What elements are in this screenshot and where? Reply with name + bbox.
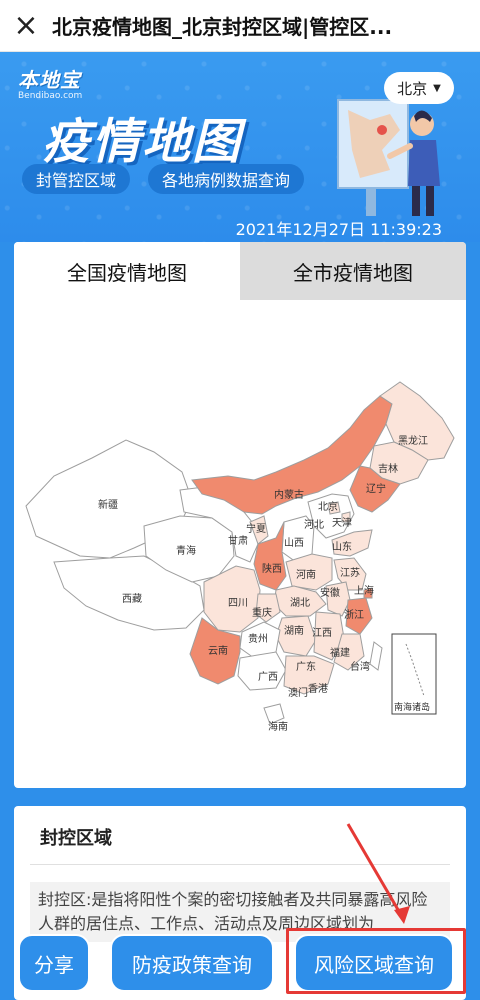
logo: 本地宝 Bendibao.com xyxy=(18,64,82,101)
map-label: 黑龙江 xyxy=(398,434,428,447)
map-label: 上海 xyxy=(354,584,374,597)
banner-title: 疫情地图 xyxy=(42,114,243,170)
map-label: 广西 xyxy=(258,671,278,683)
map-label: 台湾 xyxy=(350,660,370,673)
map-label: 吉林 xyxy=(378,462,398,475)
city-selector[interactable]: 北京 ▼ xyxy=(384,72,454,104)
map-label: 宁夏 xyxy=(246,522,266,535)
logo-text: 本地宝 xyxy=(18,68,81,92)
map-label: 海南 xyxy=(268,720,288,733)
map-label: 香港 xyxy=(308,683,328,695)
map-label: 云南 xyxy=(208,644,228,657)
banner: 本地宝 Bendibao.com 疫情地图 封管控区域 各地病例数据查询 北京 … xyxy=(0,52,480,242)
map-label: 澳门 xyxy=(288,686,308,699)
map-label: 北京 xyxy=(318,500,338,513)
logo-sub-text: Bendibao.com xyxy=(18,91,83,101)
map-label: 福建 xyxy=(330,646,350,659)
city-selector-label: 北京 xyxy=(397,79,428,98)
map-label: 湖北 xyxy=(290,597,310,609)
south-sea-inset-label: 南海诸岛 xyxy=(394,701,430,713)
map-label: 河南 xyxy=(296,568,316,581)
map-label: 青海 xyxy=(176,544,196,557)
map-label: 湖南 xyxy=(284,624,304,637)
close-icon[interactable]: × xyxy=(0,0,52,52)
policy-query-button[interactable]: 防疫政策查询 xyxy=(110,934,274,992)
map-label: 内蒙古 xyxy=(274,488,304,501)
tab-national-map[interactable]: 全国疫情地图 xyxy=(14,242,240,300)
map-label: 山西 xyxy=(284,537,304,549)
map-label: 山东 xyxy=(332,540,352,553)
map-label: 西藏 xyxy=(122,593,142,605)
map-label: 天津 xyxy=(332,517,352,529)
map-label: 广东 xyxy=(296,660,316,673)
map-label: 新疆 xyxy=(98,498,118,511)
map-label: 河北 xyxy=(304,519,324,531)
map-label: 江苏 xyxy=(340,566,360,579)
map-label: 甘肃 xyxy=(228,534,248,547)
map-label: 四川 xyxy=(228,598,248,609)
case-data-query-pill[interactable]: 各地病例数据查询 xyxy=(148,164,305,194)
top-nav-bar: × 北京疫情地图_北京封控区域|管控区... xyxy=(0,0,480,52)
map-tabs: 全国疫情地图 全市疫情地图 xyxy=(14,242,466,300)
map-reading-illustration-icon xyxy=(337,99,440,216)
map-label: 江西 xyxy=(312,627,332,639)
highlight-box xyxy=(286,928,466,994)
share-button[interactable]: 分享 xyxy=(18,934,90,992)
province-hainan xyxy=(263,703,285,725)
page-title: 北京疫情地图_北京封控区域|管控区... xyxy=(52,15,393,39)
info-card-title: 封控区域 xyxy=(40,828,112,849)
controlled-area-pill[interactable]: 封管控区域 xyxy=(22,164,131,194)
update-timestamp: 2021年12月27日 11:39:23 xyxy=(235,220,442,239)
map-label: 辽宁 xyxy=(366,482,386,495)
province-guangxi xyxy=(237,651,287,691)
south-sea-inset xyxy=(391,633,437,715)
arrow-annotation-icon xyxy=(346,823,410,924)
map-card: 全国疫情地图 全市疫情地图 新疆 西藏 青海 甘肃 内蒙古 宁夏 陕西 四川 重… xyxy=(14,242,466,788)
china-map[interactable]: 新疆 西藏 青海 甘肃 内蒙古 宁夏 陕西 四川 重庆 云南 贵州 广西 海南 … xyxy=(14,300,466,788)
map-label: 贵州 xyxy=(248,632,268,645)
chevron-down-icon: ▼ xyxy=(433,82,441,94)
tab-city-map[interactable]: 全市疫情地图 xyxy=(240,242,466,300)
map-label: 浙江 xyxy=(344,609,364,621)
province-taiwan xyxy=(369,641,383,671)
map-label: 重庆 xyxy=(252,606,272,619)
map-label: 安徽 xyxy=(320,586,340,599)
map-label: 陕西 xyxy=(262,562,282,575)
